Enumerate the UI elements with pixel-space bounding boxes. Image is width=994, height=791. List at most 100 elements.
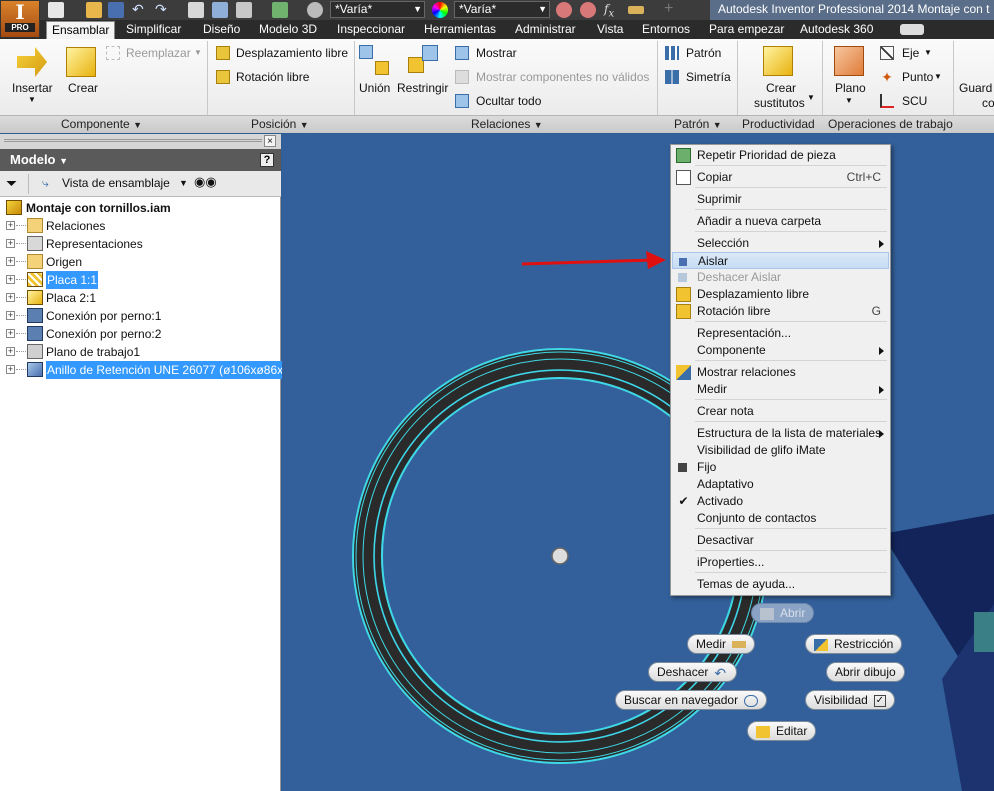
mostrar-no-validos-button[interactable]: Mostrar componentes no válidos [476, 70, 649, 84]
menu-item-aislar[interactable]: Aislar [672, 252, 889, 269]
chevron-down-icon[interactable]: ▼ [924, 48, 932, 57]
application-menu-button[interactable]: I PRO [0, 0, 40, 38]
menu-item-crear-nota[interactable]: Crear nota [672, 403, 889, 420]
clear-appearance-icon[interactable] [556, 2, 572, 18]
expand-icon[interactable]: + [6, 221, 15, 230]
tab-inspeccionar[interactable]: Inspeccionar [332, 21, 410, 39]
browser-title-dropdown[interactable]: Modelo ▼ [10, 152, 68, 167]
expand-icon[interactable]: + [6, 257, 15, 266]
eje-button[interactable]: Eje [902, 46, 919, 60]
punto-button[interactable]: Punto [902, 70, 933, 84]
menu-item-anadir-carpeta[interactable]: Añadir a nueva carpeta [672, 213, 889, 230]
expand-icon[interactable]: + [6, 329, 15, 338]
buscar-navegador-button[interactable]: Buscar en navegador [615, 690, 768, 710]
crear-sustitutos-label-1[interactable]: Crear [766, 81, 796, 95]
free-move-icon[interactable] [216, 46, 230, 60]
menu-item-suprimir[interactable]: Suprimir [672, 191, 889, 208]
hide-all-icon[interactable] [455, 94, 469, 108]
expand-icon[interactable]: + [6, 347, 15, 356]
expand-icon[interactable]: + [6, 293, 15, 302]
menu-item-componente[interactable]: Componente [672, 342, 889, 359]
insertar-button[interactable]: Insertar [12, 81, 53, 95]
parameters-icon[interactable]: fx [604, 2, 620, 19]
chevron-down-icon[interactable]: ▼ [807, 93, 815, 102]
expand-icon[interactable]: + [6, 365, 15, 374]
medir-button[interactable]: Medir [687, 634, 756, 654]
open-file-icon[interactable] [86, 2, 102, 18]
appearance-combo[interactable]: *Varía* ▼ [454, 1, 550, 18]
chevron-down-icon[interactable]: ▼ [845, 96, 853, 105]
restriccion-button[interactable]: Restricción [805, 634, 903, 654]
menu-item-desactivar[interactable]: Desactivar [672, 532, 889, 549]
reemplazar-button[interactable]: Reemplazar [126, 46, 191, 60]
appearance-icon[interactable] [432, 2, 448, 18]
menu-item-repetir-prioridad[interactable]: Repetir Prioridad de pieza [672, 147, 889, 164]
menu-item-representacion[interactable]: Representación... [672, 325, 889, 342]
restringir-button[interactable]: Restringir [397, 81, 448, 95]
menu-item-visibilidad-glifo[interactable]: Visibilidad de glifo iMate [672, 442, 889, 459]
new-file-icon[interactable] [48, 2, 64, 18]
guardar-label-2[interactable]: co [982, 96, 994, 110]
menu-item-copiar[interactable]: Copiar Ctrl+C [672, 169, 889, 186]
simetria-button[interactable]: Simetría [686, 70, 731, 84]
menu-item-iproperties[interactable]: iProperties... [672, 554, 889, 571]
chevron-down-icon[interactable]: ▼ [179, 178, 188, 188]
binoculars-icon[interactable]: ◉◉ [194, 175, 217, 191]
rotacion-libre-button[interactable]: Rotación libre [236, 70, 309, 84]
panel-title-productividad[interactable]: Productividad [742, 117, 815, 131]
work-plane-icon[interactable] [834, 46, 864, 76]
show-constraints-icon[interactable] [455, 46, 469, 60]
return-icon[interactable] [212, 2, 228, 18]
tab-administrar[interactable]: Administrar [510, 21, 581, 39]
print-icon[interactable] [188, 2, 204, 18]
abrir-button[interactable]: Abrir [751, 603, 815, 623]
patron-button[interactable]: Patrón [686, 46, 721, 60]
menu-item-medir[interactable]: Medir [672, 381, 889, 398]
panel-title-relaciones[interactable]: Relaciones ▼ [471, 117, 543, 131]
update-icon[interactable] [272, 2, 288, 18]
menu-item-temas-ayuda[interactable]: Temas de ayuda... [672, 576, 889, 593]
work-axis-icon[interactable] [880, 46, 894, 60]
work-point-icon[interactable]: ✦ [880, 70, 894, 84]
ocultar-todo-button[interactable]: Ocultar todo [476, 94, 541, 108]
mirror-icon[interactable] [665, 70, 679, 84]
plus-icon[interactable]: + [664, 1, 680, 18]
tab-ensamblar[interactable]: Ensamblar [46, 21, 116, 39]
menu-item-mostrar-relaciones[interactable]: Mostrar relaciones [672, 364, 889, 381]
menu-item-adaptativo[interactable]: Adaptativo [672, 476, 889, 493]
editar-button[interactable]: Editar [747, 721, 817, 741]
tab-herramientas[interactable]: Herramientas [419, 21, 501, 39]
insert-component-icon[interactable] [17, 47, 47, 77]
menu-item-fijo[interactable]: Fijo [672, 459, 889, 476]
shrinkwrap-icon[interactable] [763, 46, 793, 76]
select-icon[interactable] [236, 2, 252, 18]
show-sick-icon[interactable] [455, 70, 469, 84]
chevron-down-icon[interactable]: ▼ [194, 48, 202, 57]
minimize-ribbon-icon[interactable] [900, 24, 924, 35]
crear-button[interactable]: Crear [68, 81, 98, 95]
panel-title-operaciones[interactable]: Operaciones de trabajo [828, 117, 953, 131]
filter-icon[interactable]: ⏷ [6, 176, 22, 191]
chevron-down-icon[interactable]: ▼ [934, 72, 942, 81]
view-combo[interactable]: Vista de ensamblaje [62, 176, 170, 190]
browser-grip[interactable]: × [0, 134, 281, 149]
scu-button[interactable]: SCU [902, 94, 927, 108]
create-component-icon[interactable] [66, 47, 96, 77]
tab-diseno[interactable]: Diseño [198, 21, 245, 39]
union-button[interactable]: Unión [359, 81, 390, 95]
undo-icon[interactable]: ↶ [132, 2, 148, 18]
close-icon[interactable]: × [264, 135, 276, 147]
ucs-icon[interactable] [880, 94, 894, 108]
tab-vista[interactable]: Vista [592, 21, 628, 39]
desplazamiento-libre-button[interactable]: Desplazamiento libre [236, 46, 348, 60]
crear-sustitutos-label-2[interactable]: sustitutos [754, 96, 805, 110]
replace-icon[interactable] [106, 46, 120, 60]
save-icon[interactable] [108, 2, 124, 18]
tab-simplificar[interactable]: Simplificar [121, 21, 186, 39]
panel-title-posicion[interactable]: Posición ▼ [251, 117, 309, 131]
chevron-down-icon[interactable]: ▼ [28, 95, 36, 104]
deshacer-button[interactable]: Deshacer ↶ [648, 662, 738, 682]
menu-item-deshacer-aislar[interactable]: Deshacer Aislar [672, 269, 889, 286]
menu-item-rotacion-libre[interactable]: Rotación libre G [672, 303, 889, 320]
visibilidad-button[interactable]: Visibilidad ✓ [805, 690, 895, 710]
